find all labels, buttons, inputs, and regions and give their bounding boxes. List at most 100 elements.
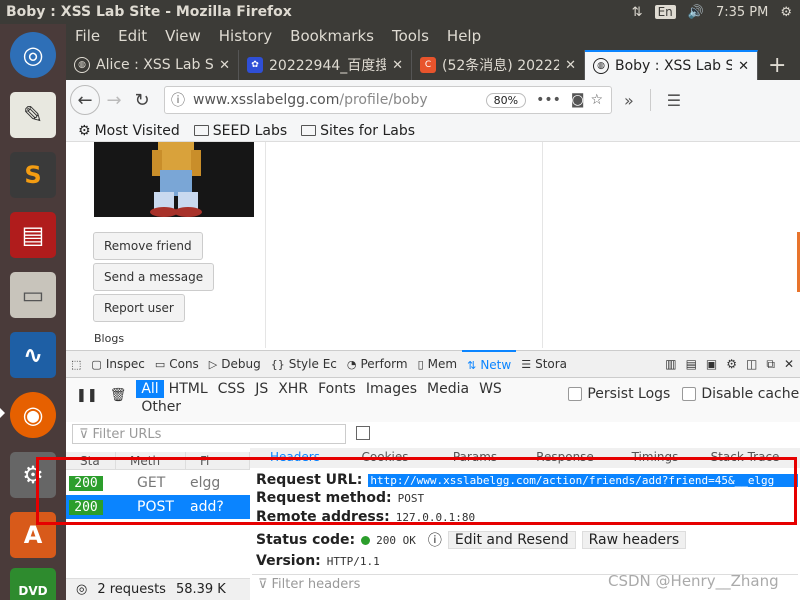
filter-images[interactable]: Images: [361, 380, 422, 398]
launcher-text-editor-icon[interactable]: ✎: [5, 88, 61, 142]
page-actions-icon[interactable]: •••: [530, 92, 567, 108]
menu-tools[interactable]: Tools: [383, 27, 438, 45]
filter-xhr[interactable]: XHR: [273, 380, 313, 398]
tab-inspector[interactable]: ▢ Inspec: [86, 350, 149, 378]
toolbar-separator: [649, 89, 651, 111]
back-button[interactable]: ←: [70, 85, 100, 115]
bookmark-sites-for-labs[interactable]: Sites for Labs: [301, 123, 415, 139]
url-text[interactable]: www.xsslabelgg.com/profile/boby: [185, 92, 486, 108]
undock-icon[interactable]: ⧉: [766, 357, 775, 372]
toggle-details-icon[interactable]: [356, 426, 370, 440]
profile-sidebar: Remove friend Send a message Report user…: [84, 142, 266, 348]
performance-icon: ◔: [346, 357, 357, 371]
reload-button[interactable]: ↻: [128, 86, 156, 114]
report-user-button[interactable]: Report user: [93, 294, 185, 322]
menu-help[interactable]: Help: [438, 27, 490, 45]
profile-main-column: [266, 142, 543, 348]
overflow-chevron-icon[interactable]: »: [624, 91, 634, 110]
split-console-icon[interactable]: ▤: [686, 357, 697, 372]
filter-all[interactable]: All: [136, 380, 164, 398]
active-app-indicator: [0, 408, 5, 418]
tab-performance[interactable]: ◔ Perform: [342, 350, 413, 378]
blogs-link[interactable]: Blogs: [94, 332, 124, 345]
raw-headers-button[interactable]: Raw headers: [581, 531, 687, 549]
launcher-terminal-icon[interactable]: ▤: [5, 208, 61, 262]
filter-ws[interactable]: WS: [474, 380, 507, 398]
tab-network[interactable]: ⇅ Netw: [462, 350, 517, 378]
inspector-icon: ▢: [91, 357, 102, 371]
launcher-wireshark-icon[interactable]: ∿: [5, 328, 61, 382]
web-page-content: Remove friend Send a message Report user…: [66, 142, 800, 348]
clock[interactable]: 7:35 PM: [716, 5, 768, 20]
launcher-dvd-icon[interactable]: DVD: [5, 564, 61, 600]
system-top-bar: Boby : XSS Lab Site - Mozilla Firefox ⇅ …: [0, 0, 800, 24]
braces-icon: {}: [270, 357, 285, 371]
pocket-icon[interactable]: ◙: [567, 92, 589, 108]
power-icon[interactable]: ⚙: [780, 5, 792, 20]
annotation-highlight-box: [36, 457, 797, 525]
tab-alice[interactable]: ◍ Alice : XSS Lab Sit ✕: [66, 50, 239, 80]
menu-bookmarks[interactable]: Bookmarks: [281, 27, 383, 45]
menu-history[interactable]: History: [210, 27, 281, 45]
disable-cache-checkbox[interactable]: Disable cache: [682, 386, 799, 402]
filter-urls-input[interactable]: ⊽ Filter URLs: [72, 424, 346, 444]
memory-icon: ▯: [417, 357, 424, 371]
bookmark-seed-labs[interactable]: SEED Labs: [193, 123, 287, 139]
pause-icon[interactable]: ❚❚: [76, 388, 98, 403]
launcher-files-icon[interactable]: ▭: [5, 268, 61, 322]
tab-style-editor[interactable]: {} Style Ec: [266, 350, 342, 378]
storage-icon: ☰: [521, 357, 532, 371]
bookmark-most-visited[interactable]: ⚙ Most Visited: [78, 123, 180, 139]
devtools-settings-icon[interactable]: ⚙: [726, 357, 737, 372]
site-info-icon[interactable]: ⓘ: [171, 90, 185, 110]
launcher-sublime-icon[interactable]: S: [5, 148, 61, 202]
tab-memory[interactable]: ▯ Mem: [413, 350, 463, 378]
hamburger-menu-icon[interactable]: ☰: [667, 91, 681, 110]
url-bar[interactable]: ⓘ www.xsslabelgg.com/profile/boby 80% ••…: [164, 86, 612, 114]
dock-side-icon[interactable]: ◫: [746, 357, 757, 372]
clear-trash-icon[interactable]: 🗑: [110, 388, 127, 403]
new-tab-button[interactable]: +: [758, 50, 796, 80]
tab-debugger[interactable]: ▷ Debug: [204, 350, 266, 378]
screenshot-icon[interactable]: ▣: [706, 357, 717, 372]
persist-logs-checkbox[interactable]: Persist Logs: [568, 386, 670, 402]
filter-other[interactable]: Other: [136, 398, 186, 416]
network-icon[interactable]: ⇅: [632, 5, 643, 20]
performance-analysis-icon[interactable]: ◎: [76, 582, 87, 597]
firefox-menu-bar: File Edit View History Bookmarks Tools H…: [66, 24, 800, 48]
menu-edit[interactable]: Edit: [109, 27, 156, 45]
zoom-indicator[interactable]: 80%: [485, 92, 527, 108]
keyboard-layout-indicator[interactable]: En: [654, 5, 676, 19]
filter-fonts[interactable]: Fonts: [313, 380, 361, 398]
csdn-icon: C: [420, 57, 436, 73]
filter-html[interactable]: HTML: [164, 380, 213, 398]
remove-friend-button[interactable]: Remove friend: [93, 232, 203, 260]
tab-baidu[interactable]: ✿ 20222944_百度搜 ✕: [239, 50, 412, 80]
edit-and-resend-button[interactable]: Edit and Resend: [447, 531, 576, 549]
help-icon[interactable]: ⓘ: [428, 530, 442, 550]
profile-avatar-image: [94, 142, 254, 217]
forward-button[interactable]: →: [100, 86, 128, 114]
close-tab-icon[interactable]: ✕: [738, 59, 749, 74]
close-tab-icon[interactable]: ✕: [219, 58, 230, 73]
launcher-firefox-icon[interactable]: ◉: [5, 388, 61, 442]
tab-csdn[interactable]: C (52条消息) 20222 ✕: [412, 50, 585, 80]
menu-view[interactable]: View: [156, 27, 210, 45]
filter-css[interactable]: CSS: [213, 380, 251, 398]
tab-storage[interactable]: ☰ Stora: [516, 350, 572, 378]
bookmark-star-icon[interactable]: ☆: [588, 92, 605, 108]
launcher-ubuntu-icon[interactable]: ◎: [5, 28, 61, 82]
close-tab-icon[interactable]: ✕: [392, 58, 403, 73]
bookmarks-toolbar: ⚙ Most Visited SEED Labs Sites for Labs: [66, 120, 800, 142]
close-tab-icon[interactable]: ✕: [565, 58, 576, 73]
send-message-button[interactable]: Send a message: [93, 263, 215, 291]
tab-boby[interactable]: ◍ Boby : XSS Lab Sit ✕: [585, 50, 758, 80]
tab-console[interactable]: ▭ Cons: [150, 350, 204, 378]
menu-file[interactable]: File: [66, 27, 109, 45]
element-picker-icon[interactable]: ⬚: [66, 350, 86, 378]
filter-js[interactable]: JS: [250, 380, 273, 398]
filter-media[interactable]: Media: [422, 380, 474, 398]
close-devtools-icon[interactable]: ✕: [784, 357, 794, 372]
more-tools-icon[interactable]: ▥: [665, 357, 676, 372]
volume-icon[interactable]: 🔊: [688, 5, 704, 20]
